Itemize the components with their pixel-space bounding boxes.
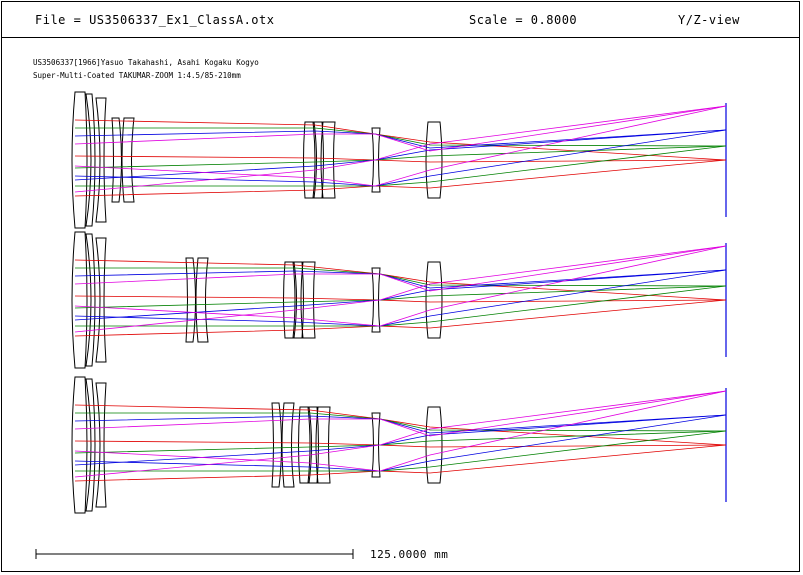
ray-trace	[75, 285, 727, 327]
scale-bar-label: 125.0000 mm	[370, 548, 449, 561]
lens-element	[425, 406, 443, 484]
lens-element	[185, 257, 196, 343]
lens-element	[111, 117, 122, 203]
lens-element	[425, 121, 443, 199]
ray-trace	[74, 155, 727, 163]
lens-element	[303, 121, 316, 199]
ray-trace	[74, 105, 727, 152]
lens-element	[283, 261, 296, 339]
lens-element	[281, 402, 295, 488]
lens-element	[121, 117, 135, 203]
ray-trace	[75, 430, 727, 472]
lens-element	[271, 402, 282, 488]
zoom-position-middle	[71, 231, 727, 369]
lens-element	[71, 376, 88, 514]
zoom-position-short	[71, 91, 727, 229]
lens-element	[71, 231, 88, 369]
lens-element	[425, 261, 443, 339]
lens-element	[95, 237, 107, 363]
zoom-position-long	[71, 376, 727, 514]
ray-trace	[74, 245, 727, 292]
lens-element	[95, 382, 107, 508]
lens-element	[298, 406, 311, 484]
scale-bar	[35, 549, 354, 559]
ray-trace	[74, 295, 727, 303]
ray-trace	[74, 390, 727, 437]
lens-element	[195, 257, 209, 343]
ray-trace	[74, 440, 727, 448]
ray-trace	[75, 127, 727, 147]
lens-element	[95, 97, 107, 223]
lens-ray-diagram	[35, 91, 727, 559]
ray-trace	[75, 145, 727, 187]
lens-element	[71, 91, 88, 229]
